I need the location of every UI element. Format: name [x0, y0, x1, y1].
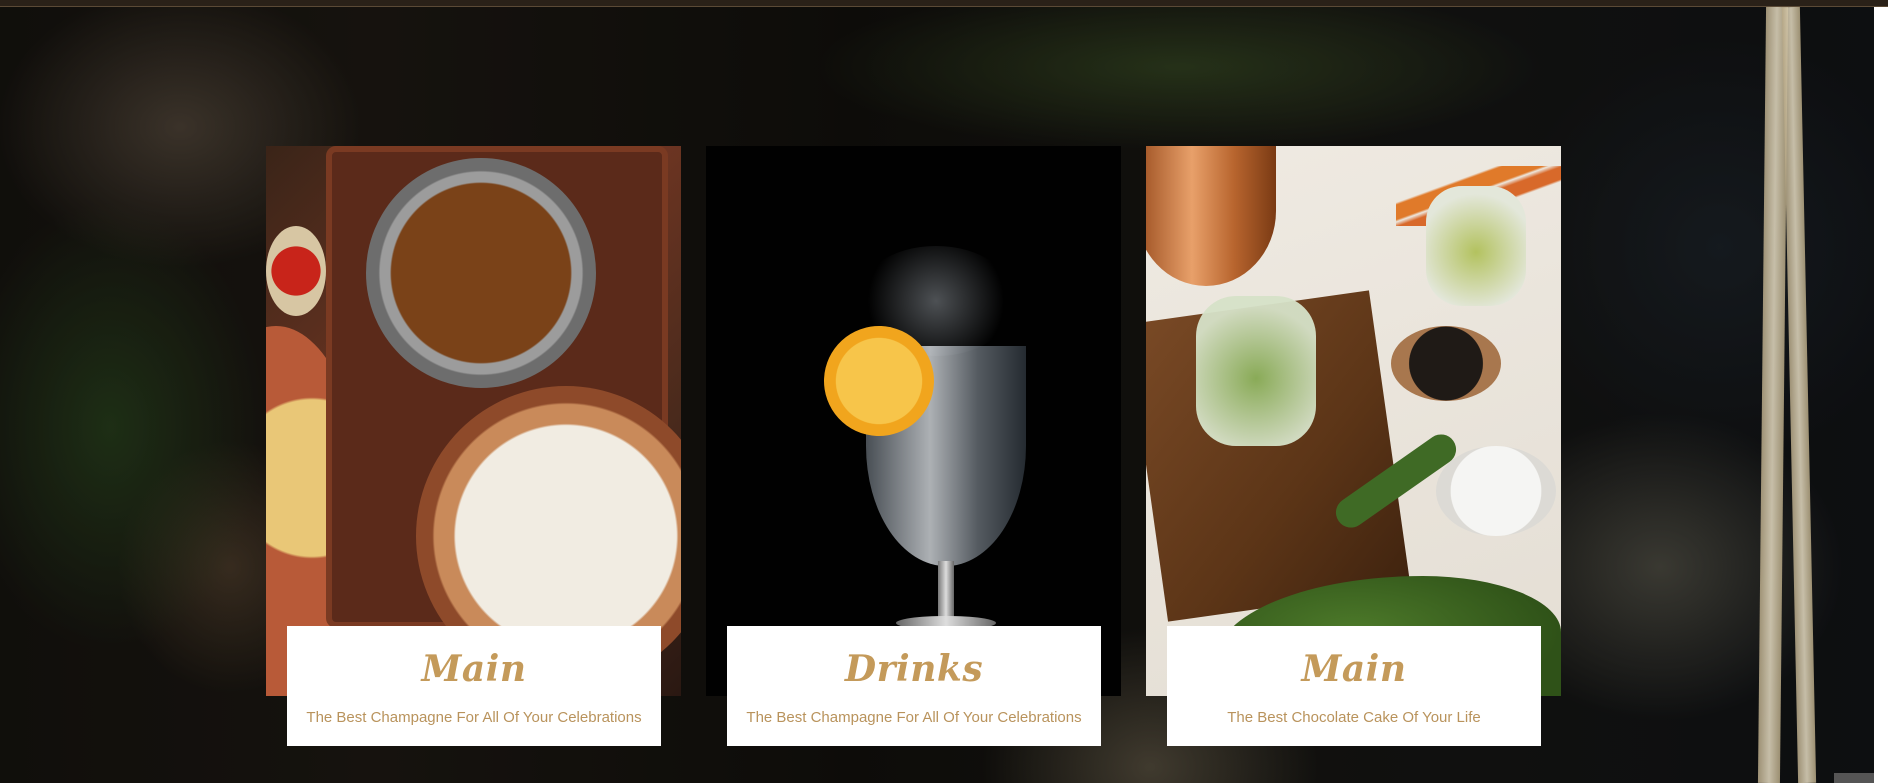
card-subtitle: The Best Champagne For All Of Your Celeb… [306, 709, 642, 727]
card-title[interactable]: Drinks [727, 648, 1101, 691]
menu-card-main-2[interactable]: Main The Best Chocolate Cake Of Your Lif… [1146, 146, 1561, 746]
card-subtitle: The Best Champagne For All Of Your Celeb… [746, 709, 1082, 727]
card-title[interactable]: Main [1167, 648, 1541, 691]
sparkling-drink-photo [706, 146, 1121, 696]
menu-card-main[interactable]: Main The Best Champagne For All Of Your … [266, 146, 681, 746]
top-border [0, 0, 1888, 7]
card-subtitle: The Best Chocolate Cake Of Your Life [1227, 709, 1481, 727]
scrollbar[interactable] [1874, 7, 1888, 783]
menu-section: Main The Best Champagne For All Of Your … [0, 0, 1888, 783]
card-caption: Main The Best Champagne For All Of Your … [287, 626, 661, 746]
card-caption: Main The Best Chocolate Cake Of Your Lif… [1167, 626, 1541, 746]
scrollbar-corner [1834, 773, 1874, 783]
card-caption: Drinks The Best Champagne For All Of You… [727, 626, 1101, 746]
card-title[interactable]: Main [287, 648, 661, 691]
menu-card-drinks[interactable]: Drinks The Best Champagne For All Of You… [706, 146, 1121, 746]
curry-and-rice-photo [266, 146, 681, 696]
pickling-ingredients-photo [1146, 146, 1561, 696]
